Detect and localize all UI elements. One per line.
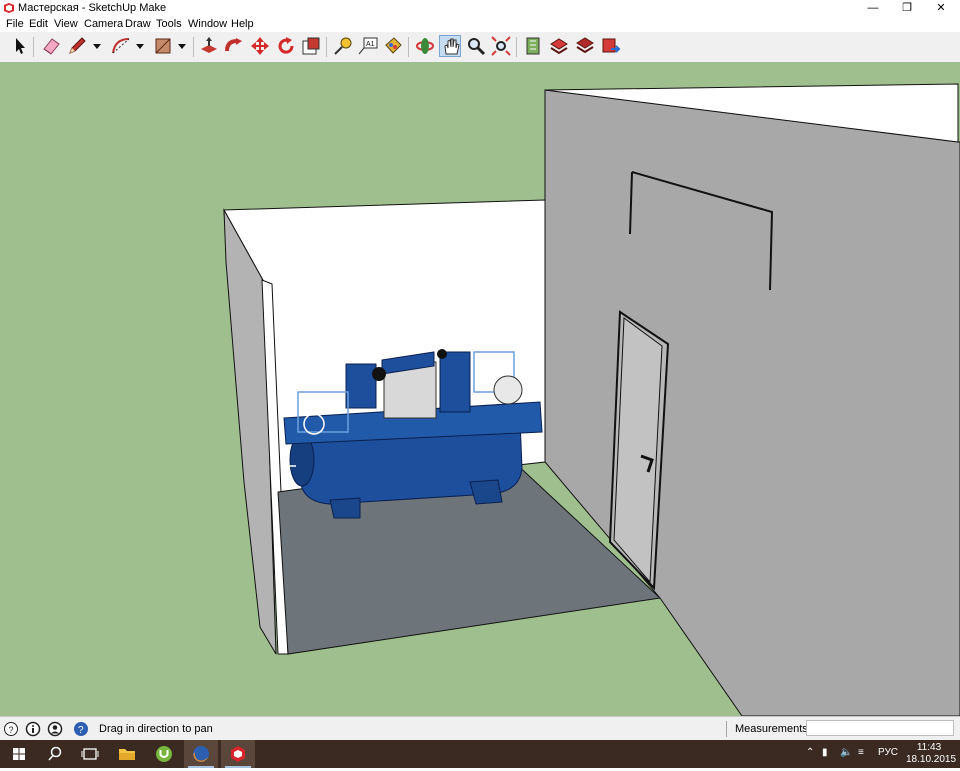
svg-text:A1: A1 [366, 41, 375, 48]
window-title: Мастерская - SketchUp Make [18, 2, 167, 14]
orbit-icon[interactable] [414, 35, 436, 57]
tape-measure-icon[interactable] [332, 35, 354, 57]
menu-file[interactable]: File [6, 18, 24, 30]
geo-location-icon[interactable]: ? [3, 721, 19, 737]
tray-up-arrow-icon[interactable]: ⌃ [806, 747, 814, 758]
rotate-icon[interactable] [275, 35, 297, 57]
menu-draw[interactable]: Draw [125, 18, 151, 30]
pencil-icon[interactable] [66, 35, 88, 57]
file-explorer-icon[interactable] [110, 740, 144, 768]
extension-icon[interactable] [600, 35, 622, 57]
text-icon[interactable]: A1 [357, 35, 379, 57]
search-icon[interactable] [38, 740, 72, 768]
rectangle-icon[interactable] [152, 35, 174, 57]
pan-icon[interactable] [439, 35, 461, 57]
minimize-icon[interactable]: — [858, 0, 888, 16]
help-icon[interactable]: ? [73, 721, 89, 737]
volume-icon[interactable]: 🔈 [840, 747, 852, 758]
menu-edit[interactable]: Edit [29, 18, 48, 30]
right-wall [544, 89, 960, 716]
rectangle-dropdown-icon[interactable] [177, 35, 187, 57]
menu-view[interactable]: View [54, 18, 78, 30]
input-language[interactable]: РУС [878, 747, 898, 758]
restore-icon[interactable]: ❐ [892, 0, 922, 16]
svg-text:?: ? [9, 725, 14, 735]
scale-icon[interactable] [300, 35, 322, 57]
measurements-input[interactable] [806, 720, 954, 736]
follow-me-icon[interactable] [223, 35, 245, 57]
zoom-icon[interactable] [465, 35, 487, 57]
menu-window[interactable]: Window [188, 18, 227, 30]
push-pull-icon[interactable] [198, 35, 220, 57]
clock-time: 11:43 [916, 742, 942, 753]
arc-dropdown-icon[interactable] [135, 35, 145, 57]
arc-icon[interactable] [110, 35, 132, 57]
battery-icon[interactable]: ▮ [822, 747, 828, 758]
firefox-icon[interactable] [184, 740, 218, 768]
share-model-icon[interactable] [548, 35, 570, 57]
menu-help[interactable]: Help [231, 18, 254, 30]
menu-camera[interactable]: Camera [84, 18, 123, 30]
toolbar: A1 [0, 32, 960, 63]
menu-bar: File Edit View Camera Draw Tools Window … [0, 16, 960, 32]
select-icon[interactable] [8, 35, 30, 57]
pencil-dropdown-icon[interactable] [92, 35, 102, 57]
model-scene [223, 83, 960, 716]
get-models-icon[interactable] [574, 35, 596, 57]
network-icon[interactable]: ≡ [858, 747, 864, 758]
utorrent-icon[interactable] [147, 740, 181, 768]
title-bar: Мастерская - SketchUp Make — ❐ ✕ [0, 0, 960, 16]
3d-viewport[interactable] [0, 62, 960, 716]
status-hint: Drag in direction to pan [99, 723, 213, 735]
zoom-extents-icon[interactable] [490, 35, 512, 57]
paint-bucket-icon[interactable] [382, 35, 404, 57]
eraser-icon[interactable] [40, 35, 62, 57]
menu-tools[interactable]: Tools [156, 18, 182, 30]
taskbar: ⌃ ▮ 🔈 ≡ РУС 11:43 18.10.2015 [0, 740, 960, 768]
task-view-icon[interactable] [73, 740, 107, 768]
sketchup-icon [4, 3, 14, 13]
close-icon[interactable]: ✕ [926, 0, 956, 16]
windows-start-icon[interactable] [2, 740, 36, 768]
move-icon[interactable] [249, 35, 271, 57]
sketchup-icon[interactable] [221, 740, 255, 768]
clock[interactable]: 11:43 18.10.2015 [906, 742, 957, 766]
warehouse-icon[interactable] [522, 35, 544, 57]
clock-date: 18.10.2015 [906, 754, 957, 765]
status-bar: ? ? Drag in direction to pan Measurement… [0, 716, 960, 741]
svg-text:?: ? [78, 725, 84, 736]
measurements-label: Measurements [735, 723, 808, 735]
user-account-icon[interactable] [47, 721, 63, 737]
credits-icon[interactable] [25, 721, 41, 737]
